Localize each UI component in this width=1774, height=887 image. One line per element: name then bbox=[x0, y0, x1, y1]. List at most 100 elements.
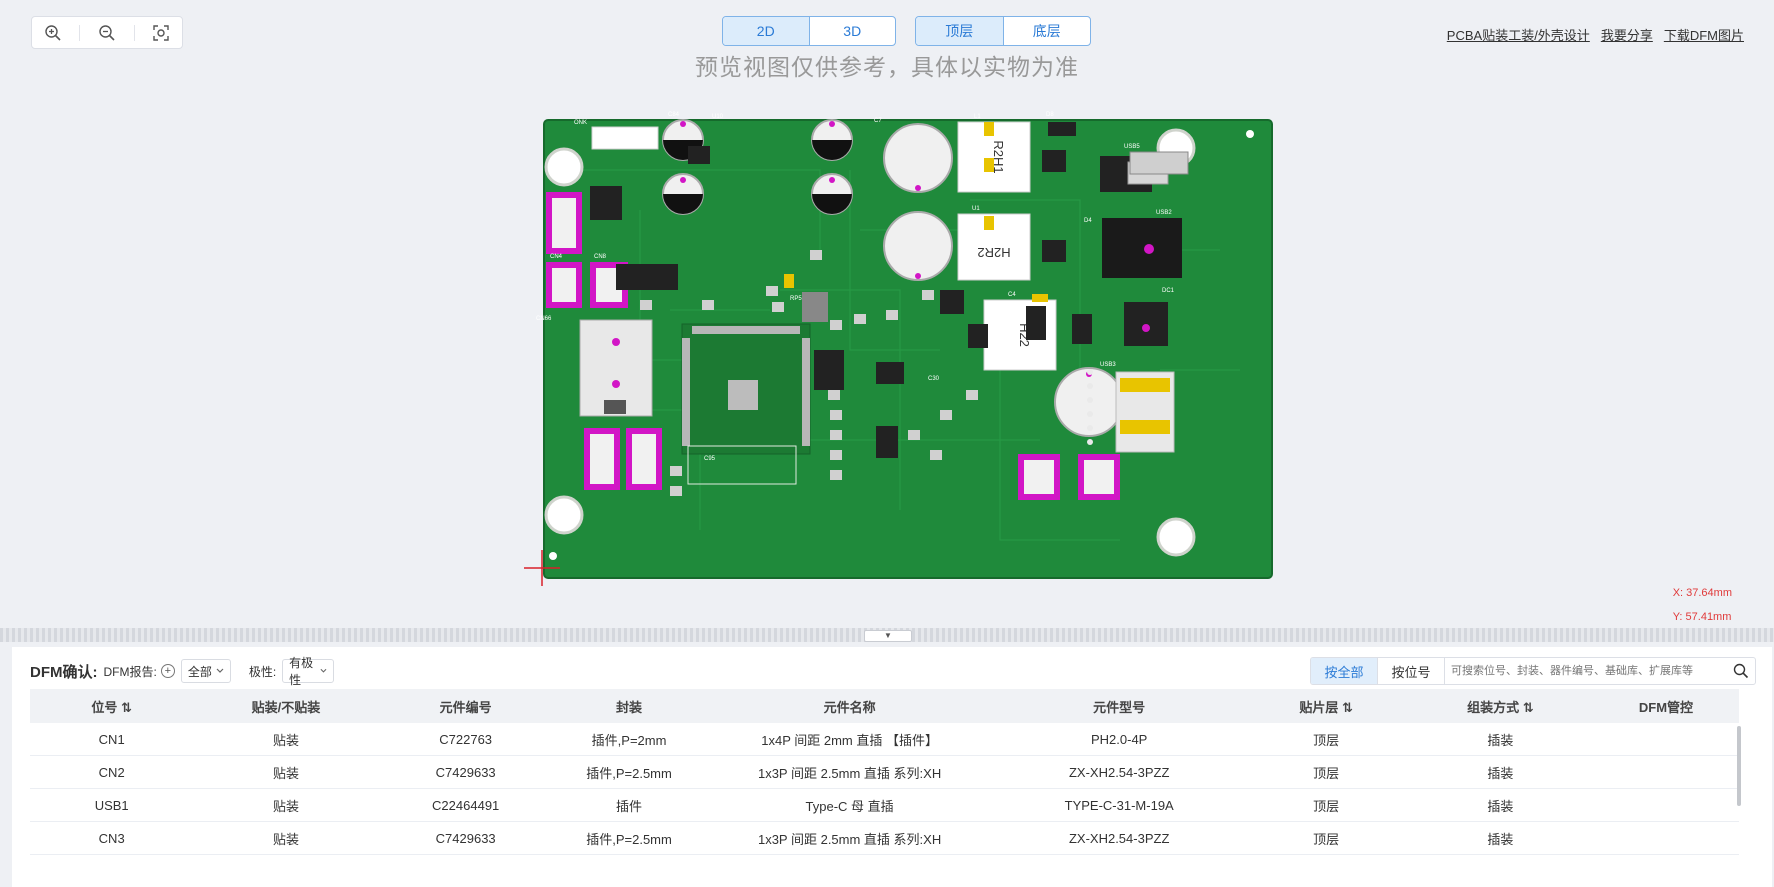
cell-package: 插件,P=2.5mm bbox=[552, 755, 706, 789]
cell-package: 插件 bbox=[552, 788, 706, 822]
pcb-label-cn4: CN4 bbox=[550, 254, 563, 260]
table-row[interactable]: CN2 贴装 C7429633 插件,P=2.5mm 1x3P 间距 2.5mm… bbox=[30, 755, 1739, 789]
dfm-report-select[interactable]: 全部 bbox=[180, 659, 231, 683]
zoom-out-button[interactable] bbox=[92, 21, 122, 45]
polarity-label: 极性: bbox=[248, 664, 277, 679]
layer-toggle: 顶层 底层 bbox=[915, 16, 1091, 46]
zoom-toolbar bbox=[31, 16, 183, 49]
table-row[interactable]: CN1 贴装 C722763 插件,P=2mm 1x4P 间距 2mm 直插 【… bbox=[30, 723, 1739, 756]
cell-mount: 贴装 bbox=[193, 723, 379, 756]
dfm-title: DFM确认: bbox=[30, 663, 98, 681]
inductor-label-2: H2R2 bbox=[977, 245, 1010, 260]
col-model: 元件型号 bbox=[1093, 699, 1146, 715]
search-button[interactable] bbox=[1727, 658, 1755, 684]
pcb-label-usb2: USB2 bbox=[1156, 210, 1172, 216]
chevron-down-icon bbox=[216, 668, 224, 673]
view-mode-toggle: 2D 3D bbox=[722, 16, 896, 46]
panel-resize-divider[interactable]: ▼ bbox=[0, 628, 1774, 642]
col-package: 封装 bbox=[616, 699, 643, 715]
collapse-panel-button[interactable]: ▼ bbox=[864, 630, 912, 642]
cursor-coordinates: X: 37.64mm Y: 57.41mm bbox=[1673, 581, 1732, 629]
fit-view-button[interactable] bbox=[146, 21, 176, 45]
cell-ref: CN3 bbox=[30, 821, 194, 855]
pcb-label-usb5: USB5 bbox=[1124, 144, 1140, 150]
cell-name: 1x3P 间距 2.5mm 直插 系列:XH bbox=[705, 755, 994, 789]
component-table: 位号 ⇅ 贴装/不贴装 元件编号 封装 元件名称 元件型号 贴片层 ⇅ 组装方式… bbox=[30, 689, 1739, 855]
cell-part-no: C7429633 bbox=[378, 821, 553, 855]
cell-part-no: C22464491 bbox=[378, 788, 553, 822]
view-3d-button[interactable]: 3D bbox=[808, 17, 896, 45]
cell-mount: 贴装 bbox=[193, 788, 379, 822]
pcb-label-dc1: DC1 bbox=[1162, 288, 1175, 294]
pcb-viewer[interactable]: 2D 3D 顶层 底层 预览视图仅供参考，具体以实物为准 PCBA贴装工装/外壳… bbox=[0, 0, 1774, 628]
col-name: 元件名称 bbox=[823, 699, 876, 715]
pcb-label-usb3: USB3 bbox=[1100, 362, 1116, 368]
cell-layer: 顶层 bbox=[1244, 788, 1408, 822]
cell-name: 1x3P 间距 2.5mm 直插 系列:XH bbox=[705, 821, 994, 855]
pcb-label-cn8: CN8 bbox=[594, 254, 607, 260]
enclosure-design-link[interactable]: PCBA贴装工装/外壳设计 bbox=[1447, 25, 1590, 44]
cell-mount: 贴装 bbox=[193, 755, 379, 789]
cell-package: 插件,P=2mm bbox=[552, 723, 706, 756]
table-row[interactable]: USB1 贴装 C22464491 插件 Type-C 母 直插 TYPE-C-… bbox=[30, 788, 1739, 822]
zoom-out-icon bbox=[99, 24, 115, 41]
dfm-panel: DFM确认: DFM报告: + 全部 极性: 有极性 按全部 按位号 位号 ⇅ … bbox=[12, 647, 1772, 887]
cell-model: PH2.0-4P bbox=[993, 723, 1245, 756]
zoom-in-button[interactable] bbox=[38, 21, 68, 45]
search-by-all-tab[interactable]: 按全部 bbox=[1311, 658, 1377, 684]
cell-name: 1x4P 间距 2mm 直插 【插件】 bbox=[705, 723, 994, 756]
pcb-label-u1: U1 bbox=[972, 206, 980, 212]
cell-package: 插件,P=2.5mm bbox=[552, 821, 706, 855]
table-row[interactable]: CN3 贴装 C7429633 插件,P=2.5mm 1x3P 间距 2.5mm… bbox=[30, 821, 1739, 855]
pcb-label-c84: C84 bbox=[668, 112, 680, 118]
dfm-report-label: DFM报告: bbox=[103, 664, 157, 679]
cell-assembly: 插装 bbox=[1407, 821, 1593, 855]
col-assembly[interactable]: 组装方式 ⇅ bbox=[1408, 689, 1593, 723]
cell-ref: CN2 bbox=[30, 755, 194, 789]
bottom-layer-button[interactable]: 底层 bbox=[1002, 17, 1091, 45]
col-layer[interactable]: 贴片层 ⇅ bbox=[1244, 689, 1407, 723]
cell-assembly: 插装 bbox=[1407, 723, 1593, 756]
view-2d-button[interactable]: 2D bbox=[723, 17, 809, 45]
cell-ref: CN1 bbox=[30, 723, 194, 756]
table-scrollbar[interactable] bbox=[1737, 726, 1741, 806]
pcb-label-d8: D8 bbox=[1046, 112, 1054, 118]
zoom-in-icon bbox=[45, 24, 61, 41]
share-link[interactable]: 我要分享 bbox=[1601, 25, 1653, 44]
dfm-report-value: 全部 bbox=[187, 664, 212, 679]
pcb-label-rp5: RP5 bbox=[790, 296, 802, 302]
dfm-toolbar: DFM确认: DFM报告: + 全部 极性: 有极性 bbox=[30, 656, 335, 687]
pcb-label-d4: D4 bbox=[1084, 218, 1092, 224]
polarity-value: 有极性 bbox=[289, 656, 314, 687]
pcb-label-c4: C4 bbox=[1008, 292, 1016, 298]
cell-dfm bbox=[1592, 755, 1739, 789]
download-dfm-image-link[interactable]: 下载DFM图片 bbox=[1664, 25, 1744, 44]
cell-part-no: C7429633 bbox=[378, 755, 553, 789]
chevron-down-icon bbox=[320, 668, 327, 673]
cell-part-no: C722763 bbox=[378, 723, 553, 756]
cell-mount: 贴装 bbox=[193, 821, 379, 855]
caret-down-icon: ▼ bbox=[884, 631, 892, 640]
col-ref[interactable]: 位号 ⇅ bbox=[30, 689, 193, 723]
cell-dfm bbox=[1592, 788, 1739, 822]
pcb-label-c95: C95 bbox=[704, 456, 716, 462]
fit-view-icon bbox=[153, 24, 169, 41]
search-icon bbox=[1733, 663, 1749, 679]
pcb-label-u10: U10 bbox=[712, 114, 724, 120]
col-mount: 贴装/不贴装 bbox=[251, 699, 321, 715]
pcb-label-cn66: CN66 bbox=[536, 316, 552, 322]
search-by-ref-tab[interactable]: 按位号 bbox=[1377, 658, 1444, 684]
cell-model: ZX-XH2.54-3PZZ bbox=[993, 821, 1245, 855]
zoom-separator bbox=[133, 24, 135, 41]
polarity-select[interactable]: 有极性 bbox=[282, 656, 335, 687]
cell-name: Type-C 母 直插 bbox=[705, 788, 994, 822]
coord-x: X: 37.64mm bbox=[1672, 587, 1732, 599]
cell-layer: 顶层 bbox=[1244, 821, 1408, 855]
pcb-label-c30: C30 bbox=[928, 376, 940, 382]
origin-crosshair bbox=[524, 550, 560, 586]
search-input[interactable] bbox=[1444, 658, 1727, 684]
cell-ref: USB1 bbox=[30, 788, 194, 822]
pcb-board[interactable]: R2H1 H2R2 H22 ONK C84 U10 C7 L1 D8 USB5 … bbox=[520, 110, 1290, 590]
top-layer-button[interactable]: 顶层 bbox=[916, 17, 1003, 45]
add-circle-icon[interactable]: + bbox=[160, 664, 175, 678]
